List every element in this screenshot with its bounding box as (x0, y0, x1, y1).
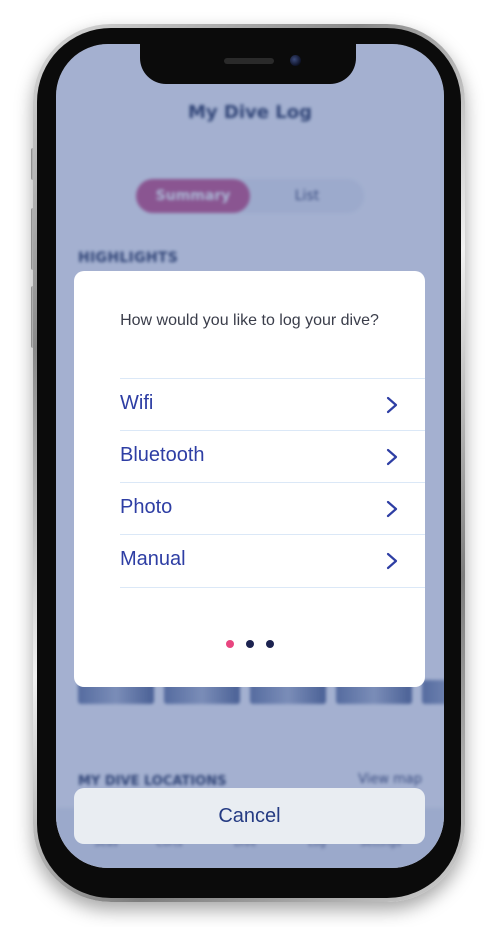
chevron-right-icon (386, 552, 398, 570)
log-dive-modal: How would you like to log your dive? Wif… (74, 271, 425, 687)
chevron-right-icon (386, 396, 398, 414)
option-manual[interactable]: Manual (120, 534, 425, 588)
pagination-dot-active[interactable] (225, 640, 234, 648)
front-camera (290, 55, 301, 66)
speaker-grille (224, 58, 274, 64)
option-label: Bluetooth (120, 444, 205, 466)
chevron-right-icon (386, 500, 398, 518)
option-photo[interactable]: Photo (120, 482, 425, 535)
option-wifi[interactable]: Wifi (120, 378, 425, 431)
notch (140, 42, 356, 84)
pagination-dots (74, 633, 425, 648)
option-label: Photo (120, 496, 173, 518)
pagination-dot[interactable] (245, 640, 254, 648)
phone-screen: My Dive Log Summary List HIGHLIGHTS MY D… (56, 44, 444, 868)
device-mockup: My Dive Log Summary List HIGHLIGHTS MY D… (0, 0, 496, 927)
chevron-right-icon (386, 448, 398, 466)
pagination-dot[interactable] (265, 640, 274, 648)
option-bluetooth[interactable]: Bluetooth (120, 430, 425, 483)
cancel-button[interactable]: Cancel (74, 788, 425, 844)
modal-question: How would you like to log your dive? (120, 312, 379, 329)
option-label: Wifi (120, 392, 154, 414)
option-label: Manual (120, 548, 186, 570)
